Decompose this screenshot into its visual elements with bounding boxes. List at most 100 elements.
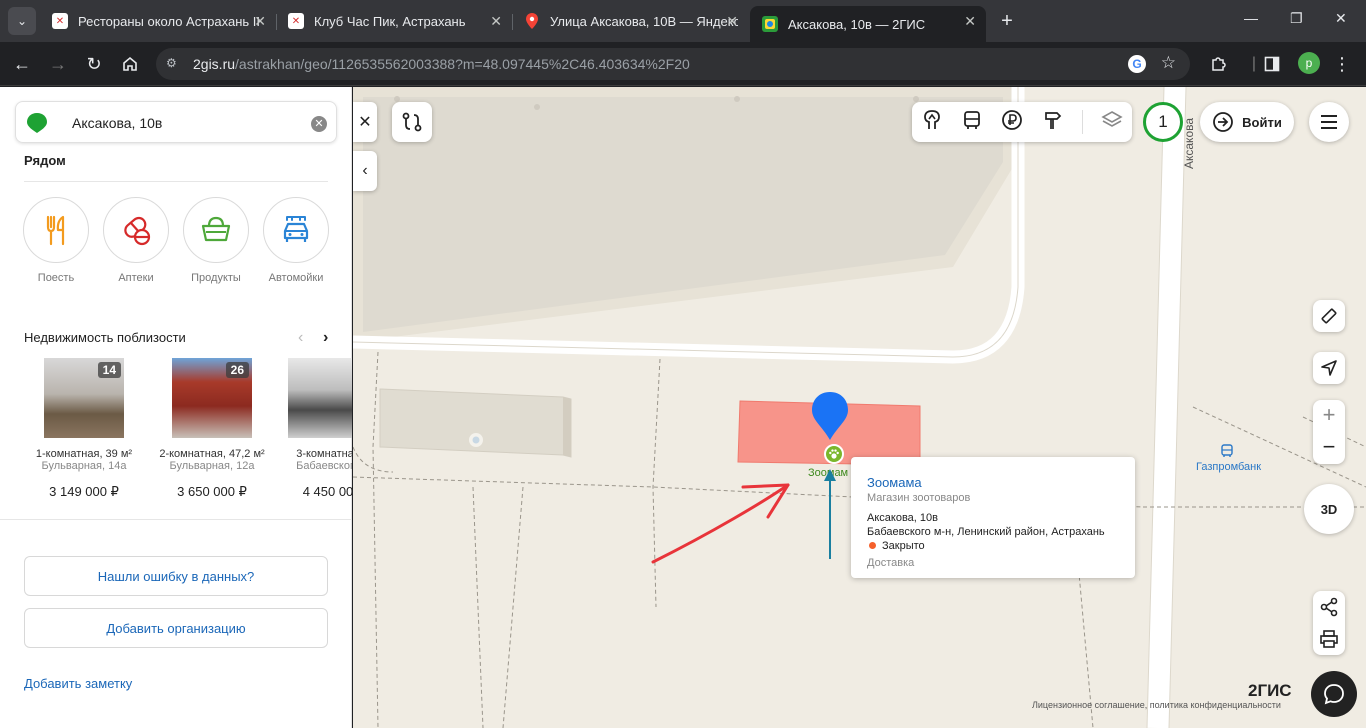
- sights-icon[interactable]: [921, 109, 943, 136]
- chat-bubble-icon[interactable]: [1311, 671, 1357, 717]
- building-photo: 26: [172, 358, 252, 438]
- profile-avatar[interactable]: p: [1298, 52, 1320, 74]
- realty-card-1[interactable]: 14 1-комнатная, 39 м² Бульварная, 14а 3 …: [24, 358, 144, 500]
- place-name-link[interactable]: Зоомама: [867, 475, 1119, 490]
- place-popup[interactable]: Зоомама Магазин зоотоваров Аксакова, 10в…: [851, 457, 1135, 578]
- tab-title: Улица Аксакова, 10В — Яндекс: [550, 13, 738, 29]
- photo-count-badge: 26: [225, 362, 249, 378]
- bank-label[interactable]: Газпромбанк: [1196, 461, 1261, 473]
- back-arrow-icon[interactable]: ←: [10, 52, 34, 76]
- green-pin-icon: [27, 113, 47, 133]
- 3d-compass-button[interactable]: 3D: [1304, 484, 1354, 534]
- zoom-controls: + −: [1313, 400, 1345, 464]
- share-icon[interactable]: [1319, 591, 1339, 623]
- chevron-left-icon[interactable]: ‹: [298, 329, 303, 347]
- collapse-panel-chevron-icon[interactable]: ‹: [353, 151, 377, 191]
- notifications-count-badge[interactable]: 1: [1143, 102, 1183, 142]
- realty-card-3[interactable]: 3-комнатная Бабаевского 4 450 00: [280, 358, 352, 499]
- signpost-icon[interactable]: [1042, 109, 1064, 136]
- add-organization-button[interactable]: Добавить организацию: [24, 608, 328, 648]
- print-icon[interactable]: [1319, 623, 1339, 655]
- report-error-button[interactable]: Нашли ошибку в данных?: [24, 556, 328, 596]
- apartment-photo: 14: [44, 358, 124, 438]
- login-arrow-icon: [1213, 112, 1234, 132]
- place-delivery: Доставка: [867, 556, 915, 569]
- category-eat[interactable]: Поесть: [16, 197, 96, 284]
- realty-address: Бульварная, 12а: [169, 460, 255, 472]
- browser-tab-1[interactable]: ✕ Рестораны около Астрахань II ✕: [40, 6, 277, 36]
- side-panel-icon[interactable]: [1260, 52, 1284, 76]
- search-input-value[interactable]: Аксакова, 10в: [72, 115, 162, 131]
- nearby-title: Рядом: [24, 153, 66, 168]
- left-panel: Аксакова, 10в ✕ Рядом Поесть Аптеки Прод…: [0, 87, 352, 728]
- street-label: Аксакова: [1182, 117, 1196, 169]
- realty-name: 2-комнатная, 47,2 м²: [159, 448, 265, 460]
- extensions-puzzle-icon[interactable]: [1206, 52, 1230, 76]
- browser-menu-icon[interactable]: ⋮: [1330, 52, 1354, 76]
- ruler-icon[interactable]: [1313, 300, 1345, 332]
- category-groceries[interactable]: Продукты: [176, 197, 256, 284]
- zoom-in-button[interactable]: +: [1323, 400, 1336, 432]
- chevron-right-icon[interactable]: ›: [323, 329, 328, 347]
- restore-window-icon[interactable]: ❐: [1290, 10, 1303, 27]
- category-pharmacy[interactable]: Аптеки: [96, 197, 176, 284]
- new-tab-button[interactable]: +: [994, 8, 1020, 34]
- tab-title: Аксакова, 10в — 2ГИС: [788, 16, 926, 32]
- clear-search-icon[interactable]: ✕: [311, 116, 327, 132]
- place-type: Магазин зоотоваров: [867, 492, 971, 504]
- forward-arrow-icon[interactable]: →: [46, 52, 70, 76]
- ruble-atm-icon[interactable]: [1001, 109, 1023, 136]
- site-info-icon[interactable]: ⚙: [166, 56, 182, 72]
- category-label: Автомойки: [268, 272, 324, 284]
- add-note-link[interactable]: Добавить заметку: [24, 676, 132, 691]
- place-status: Закрыто: [867, 540, 1119, 552]
- pills-icon: [103, 197, 169, 263]
- category-label: Аптеки: [118, 272, 154, 284]
- location-marker-icon[interactable]: [810, 392, 850, 446]
- minimize-window-icon[interactable]: —: [1244, 10, 1258, 26]
- category-car-wash[interactable]: Автомойки: [256, 197, 336, 284]
- realty-price: 3 650 000 ₽: [177, 484, 247, 499]
- car-wash-icon: [263, 197, 329, 263]
- bookmark-star-icon[interactable]: ☆: [1161, 53, 1176, 73]
- toolbar-divider: [1081, 110, 1083, 134]
- tab-search-button[interactable]: ⌄: [8, 7, 36, 35]
- close-tab-icon[interactable]: ✕: [254, 13, 266, 30]
- browser-tab-2[interactable]: ✕ Клуб Час Пик, Астрахань ✕: [276, 6, 513, 36]
- login-button[interactable]: Войти: [1200, 102, 1294, 142]
- map-canvas[interactable]: Зоомам Зоомама Магазин зоотоваров Аксако…: [353, 87, 1366, 728]
- license-text[interactable]: Лицензионное соглашение, политика конфид…: [1032, 700, 1281, 710]
- photo-count-badge: 14: [97, 362, 121, 378]
- realty-name: 1-комнатная, 39 м²: [35, 448, 133, 460]
- address-bar[interactable]: ⚙ 2gis.ru/astrakhan/geo/1126535562003388…: [156, 48, 1190, 80]
- closed-status-dot: [869, 542, 876, 549]
- search-field[interactable]: Аксакова, 10в ✕: [15, 101, 337, 143]
- restaurant-favicon-icon: ✕: [52, 13, 68, 29]
- home-icon[interactable]: [118, 52, 142, 76]
- 2gis-favicon-icon: [762, 16, 778, 32]
- browser-tab-3[interactable]: Улица Аксакова, 10В — Яндекс ✕: [512, 6, 748, 36]
- transport-bus-icon[interactable]: [961, 109, 983, 136]
- close-tab-icon[interactable]: ✕: [490, 13, 502, 30]
- basket-icon: [183, 197, 249, 263]
- bus-stop-icon[interactable]: [1220, 444, 1234, 458]
- menu-hamburger-icon[interactable]: [1309, 102, 1349, 142]
- google-lens-icon[interactable]: G: [1128, 55, 1146, 73]
- close-window-icon[interactable]: ✕: [1335, 10, 1347, 27]
- browser-tab-4-active[interactable]: Аксакова, 10в — 2ГИС ✕: [750, 6, 986, 42]
- layers-icon[interactable]: [1101, 109, 1123, 136]
- close-tab-icon[interactable]: ✕: [726, 13, 738, 30]
- browser-tabstrip: ⌄ ✕ Рестораны около Астрахань II ✕ ✕ Клу…: [0, 0, 1366, 42]
- place-address-line2: Бабаевского м-н, Ленинский район, Астрах…: [867, 525, 1105, 538]
- zoom-out-button[interactable]: −: [1323, 432, 1336, 464]
- my-location-arrow-icon[interactable]: [1313, 352, 1345, 384]
- place-address: Аксакова, 10в Бабаевского м-н, Ленинский…: [867, 512, 1119, 540]
- 3d-label: 3D: [1320, 501, 1338, 517]
- realty-price: 4 450 00: [302, 484, 352, 499]
- realty-card-2[interactable]: 26 2-комнатная, 47,2 м² Бульварная, 12а …: [152, 358, 272, 500]
- close-panel-icon[interactable]: ✕: [353, 102, 377, 142]
- layers-toolbar: [912, 102, 1132, 142]
- route-icon[interactable]: [392, 102, 432, 142]
- close-tab-icon[interactable]: ✕: [964, 13, 976, 30]
- reload-icon[interactable]: ↻: [82, 52, 106, 76]
